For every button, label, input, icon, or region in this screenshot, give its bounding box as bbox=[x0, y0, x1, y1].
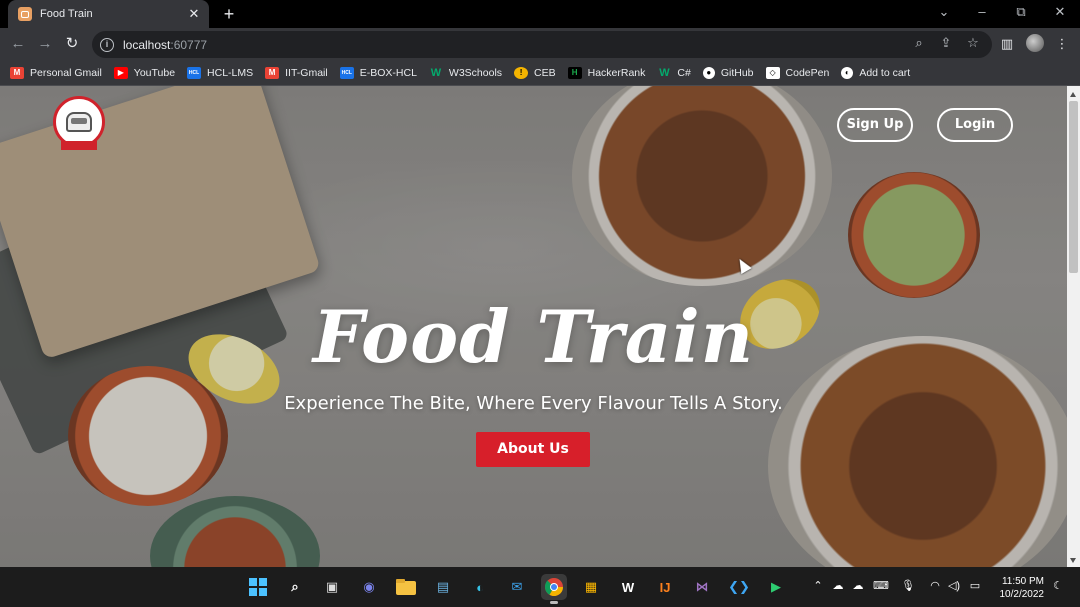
bookmark-hackerrank[interactable]: H HackerRank bbox=[567, 63, 645, 83]
scrollbar-thumb[interactable] bbox=[1069, 101, 1078, 273]
hcl-icon: HCL bbox=[187, 66, 202, 79]
bookmark-personal-gmail[interactable]: M Personal Gmail bbox=[10, 63, 102, 83]
github-icon: ● bbox=[702, 66, 715, 79]
hcl-icon: HCL bbox=[339, 66, 354, 79]
url-port: :60777 bbox=[170, 37, 208, 52]
active-indicator bbox=[550, 601, 558, 604]
windows-taskbar: ⌕ ▣ ◉ ▤ ◐ ✉ ▦ W IJ ⋈ ❮❯ ▶ ⌃ ☁ ☁ ⌨ 🎙 ◠ ◁)… bbox=[0, 567, 1080, 607]
w3schools-icon: W bbox=[659, 66, 670, 79]
restore-button[interactable]: ⧉ bbox=[1011, 4, 1031, 20]
bookmark-youtube[interactable]: ▶ YouTube bbox=[113, 63, 175, 83]
start-windows-icon[interactable] bbox=[245, 574, 271, 600]
task-view-icon[interactable]: ▣ bbox=[319, 574, 345, 600]
tab-close-icon[interactable]: ✕ bbox=[187, 6, 201, 22]
bookmark-w3schools[interactable]: W W3Schools bbox=[429, 63, 502, 83]
menu-kebab-icon[interactable]: ⋮ bbox=[1053, 35, 1071, 53]
reload-icon[interactable]: ↻ bbox=[62, 34, 82, 54]
search-icon[interactable]: ⌕ bbox=[282, 574, 308, 600]
bookmark-ceb[interactable]: ! CEB bbox=[514, 63, 556, 83]
clock-time: 11:50 PM bbox=[1001, 576, 1044, 587]
signup-button[interactable]: Sign Up bbox=[837, 108, 913, 142]
terminal-icon[interactable]: ▶ bbox=[763, 574, 789, 600]
address-bar[interactable]: i localhost:60777 bbox=[92, 31, 992, 58]
gmail-icon: M bbox=[10, 66, 24, 79]
cart-icon: ◐ bbox=[841, 66, 854, 79]
scroll-down-arrow-icon[interactable] bbox=[1070, 558, 1076, 563]
intellij-icon[interactable]: IJ bbox=[652, 574, 678, 600]
chrome-icon[interactable] bbox=[541, 574, 567, 604]
bookmark-github[interactable]: ● GitHub bbox=[702, 63, 754, 83]
file-explorer-icon[interactable] bbox=[393, 574, 419, 600]
bookmark-codepen[interactable]: ◇ CodePen bbox=[765, 63, 829, 83]
back-arrow-icon[interactable]: ← bbox=[8, 34, 28, 54]
bookmark-add-to-cart[interactable]: ◐ Add to cart bbox=[841, 63, 910, 83]
about-us-button[interactable]: About Us bbox=[476, 432, 590, 467]
battery-icon[interactable]: ▭ bbox=[967, 579, 983, 592]
scroll-up-arrow-icon[interactable] bbox=[1070, 92, 1076, 97]
bookmark-csharp[interactable]: W C# bbox=[657, 63, 691, 83]
visual-studio-icon[interactable]: ⋈ bbox=[689, 574, 715, 600]
login-button[interactable]: Login bbox=[937, 108, 1013, 142]
page-scrollbar[interactable] bbox=[1067, 86, 1080, 567]
new-tab-button[interactable]: + bbox=[219, 4, 239, 24]
w3schools-icon: W bbox=[430, 66, 442, 79]
profile-avatar-icon[interactable] bbox=[1026, 34, 1044, 52]
microphone-icon[interactable]: 🎙 bbox=[900, 579, 916, 592]
bookmark-hcl-lms[interactable]: HCL HCL-LMS bbox=[187, 63, 253, 83]
close-window-button[interactable]: ✕ bbox=[1050, 4, 1070, 20]
wifi-icon[interactable]: ◠ bbox=[927, 579, 943, 592]
keyboard-icon[interactable]: ⌨ bbox=[873, 579, 889, 592]
page-viewport: Sign Up Login Food Train Experience The … bbox=[0, 86, 1067, 567]
cloud-icon[interactable]: ☁ bbox=[850, 579, 866, 592]
system-clock[interactable]: 11:50 PM 10/2/2022 bbox=[990, 575, 1045, 601]
zoom-search-icon[interactable]: ⌕ bbox=[910, 34, 928, 52]
browser-toolbar: ← → ↻ i localhost:60777 ⌕ ⇪ ☆ ▥ ⋮ bbox=[0, 28, 1080, 60]
gmail-icon: M bbox=[265, 66, 280, 79]
food-train-logo[interactable] bbox=[53, 96, 105, 150]
bookmarks-bar: M Personal Gmail ▶ YouTube HCL HCL-LMS M IIT… bbox=[0, 60, 1080, 86]
hackerrank-icon: H bbox=[567, 66, 582, 79]
bookmark-iit-gmail[interactable]: M IIT-Gmail bbox=[265, 63, 328, 83]
site-info-icon[interactable]: i bbox=[100, 37, 114, 52]
tab-strip: Food Train ✕ + ⌄ – ⧉ ✕ bbox=[0, 0, 1080, 28]
share-icon[interactable]: ⇪ bbox=[937, 34, 955, 52]
minimize-button[interactable]: – bbox=[972, 4, 992, 19]
bookmark-star-icon[interactable]: ☆ bbox=[964, 34, 982, 52]
clock-date: 10/2/2022 bbox=[999, 589, 1045, 600]
browser-tab[interactable]: Food Train ✕ bbox=[8, 0, 209, 28]
hero-subtitle: Experience The Bite, Where Every Flavour… bbox=[284, 393, 783, 414]
teams-chat-icon[interactable]: ◉ bbox=[356, 574, 382, 600]
wordpad-icon[interactable]: W bbox=[615, 574, 641, 600]
hero-title: Food Train bbox=[312, 294, 755, 379]
codepen-icon: ◇ bbox=[765, 66, 780, 79]
side-panel-icon[interactable]: ▥ bbox=[998, 35, 1016, 53]
youtube-icon: ▶ bbox=[113, 66, 128, 79]
focus-assist-moon-icon[interactable]: ☾ bbox=[1050, 579, 1066, 592]
url-host: localhost bbox=[123, 37, 171, 52]
tab-title: Food Train bbox=[40, 8, 93, 20]
volume-icon[interactable]: ◁) bbox=[946, 579, 962, 592]
tab-search-icon[interactable]: ⌄ bbox=[934, 4, 954, 20]
microsoft-store-icon[interactable]: ▦ bbox=[578, 574, 604, 600]
logo-ribbon bbox=[61, 141, 97, 150]
food-train-favicon-icon bbox=[18, 7, 32, 21]
mail-icon[interactable]: ✉ bbox=[504, 574, 530, 600]
bookmark-e-box-hcl[interactable]: HCL E-BOX-HCL bbox=[339, 63, 417, 83]
vscode-icon[interactable]: ❮❯ bbox=[726, 574, 752, 600]
forward-arrow-icon[interactable]: → bbox=[35, 34, 55, 54]
edge-icon[interactable]: ◐ bbox=[467, 574, 493, 600]
onedrive-icon[interactable]: ☁ bbox=[830, 579, 846, 592]
control-panel-icon[interactable]: ▤ bbox=[430, 574, 456, 600]
show-hidden-icons-chevron-icon[interactable]: ⌃ bbox=[810, 579, 826, 592]
train-icon bbox=[66, 112, 92, 132]
ceb-icon: ! bbox=[514, 66, 529, 79]
